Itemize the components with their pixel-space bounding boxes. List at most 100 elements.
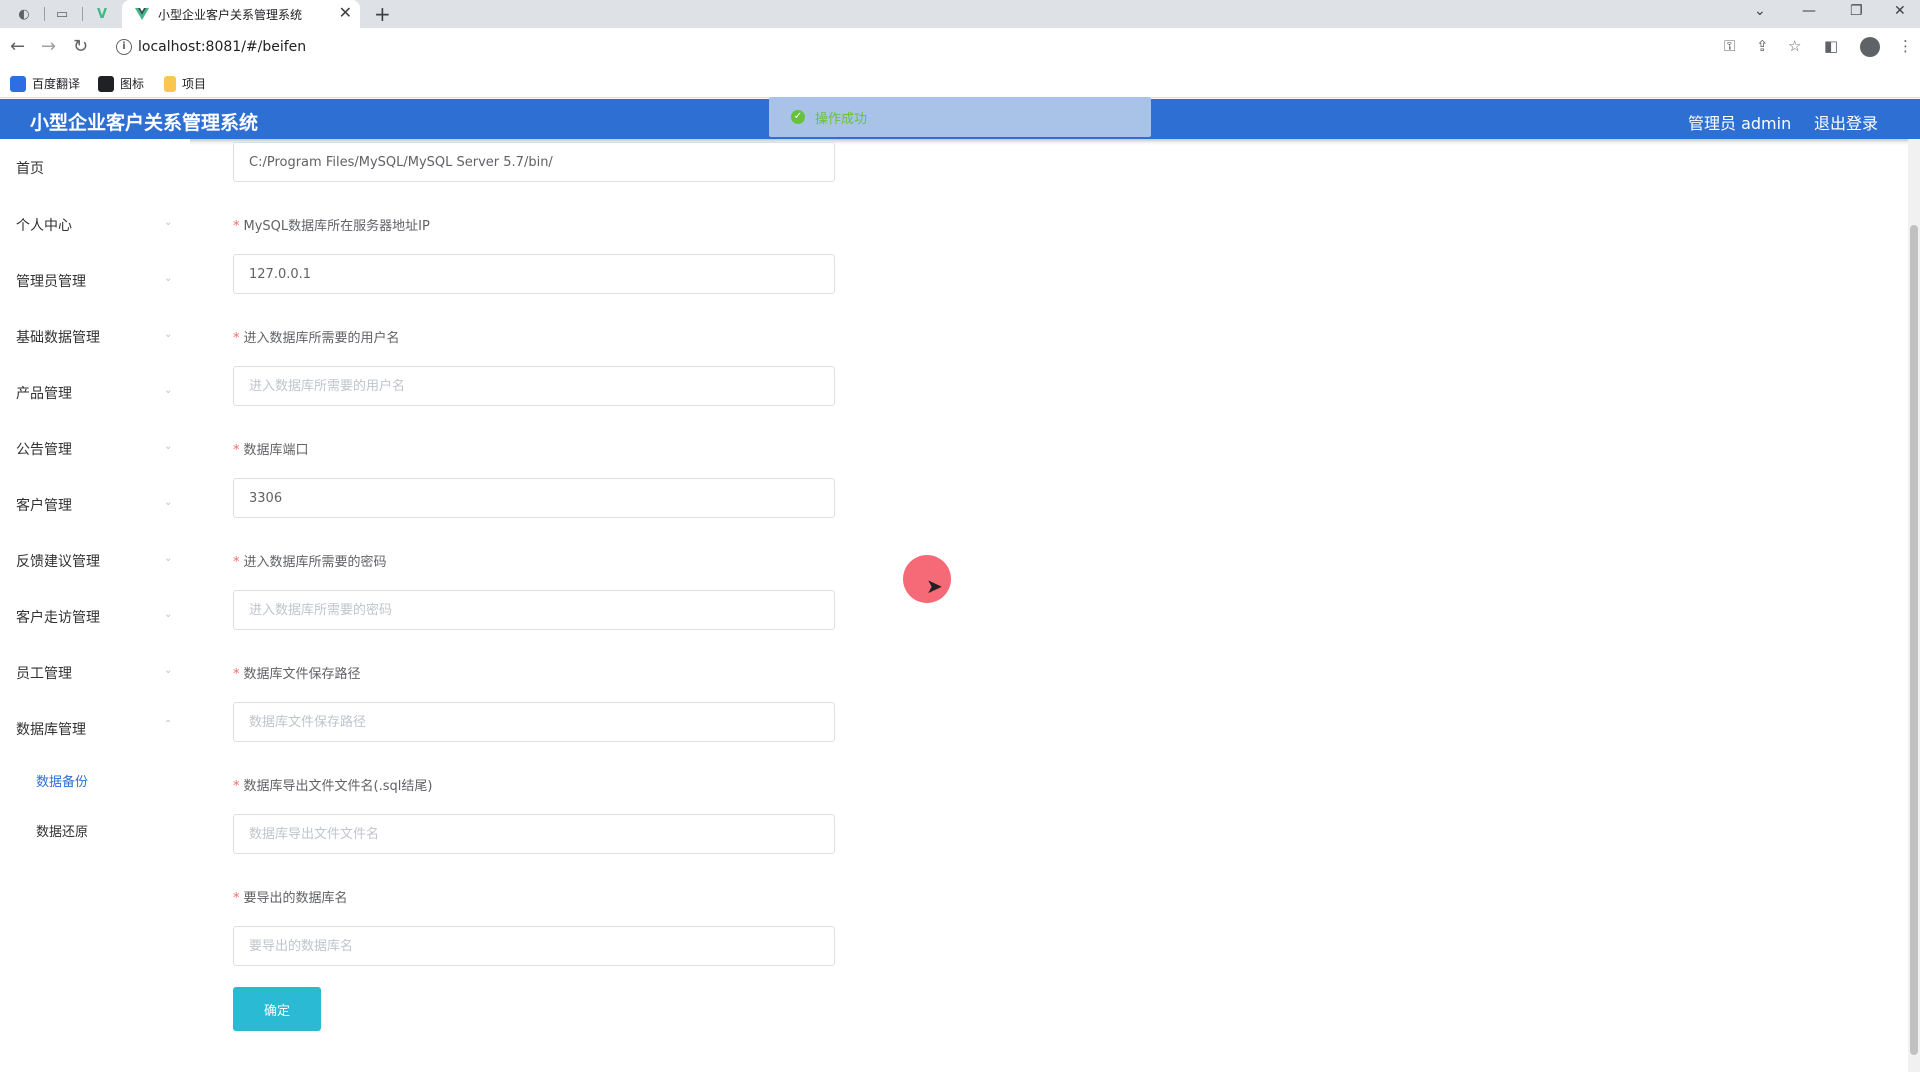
save-path-label: * 数据库文件保存路径 [233,663,361,682]
success-toast: ✓ 操作成功 [769,97,1151,137]
sidebar-item-products[interactable]: 产品管理 [16,383,72,403]
image-icon [98,75,114,92]
folder-icon [164,75,176,92]
database-name-label: * 要导出的数据库名 [233,887,348,906]
bookmarks-bar: 百度翻译 图标 项目 [0,68,1920,98]
translate-icon [10,75,26,92]
vue-logo-icon [135,8,149,20]
scrollbar-thumb[interactable] [1910,225,1918,1055]
chevron-down-icon: ⌄ [164,385,173,396]
sidebar-item-notices[interactable]: 公告管理 [16,439,72,459]
chevron-down-icon: ⌄ [164,665,173,676]
export-filename-label: * 数据库导出文件文件名(.sql结尾) [233,775,432,794]
browser-toolbar: ← → ↻ i localhost:8081/#/beifen ⚿ ⇪ ☆ ◧ … [0,28,1920,68]
port-label: * 数据库端口 [233,439,309,458]
side-panel-icon[interactable]: ◧ [1824,37,1838,55]
page-scrollbar[interactable] [1908,139,1920,1072]
tab-active[interactable]: 小型企业客户关系管理系统 ✕ [122,0,360,28]
save-path-input[interactable] [233,702,835,742]
password-input[interactable] [233,590,835,630]
sidebar-item-visits[interactable]: 客户走访管理 [16,607,100,627]
required-mark: * [233,331,240,346]
back-icon[interactable]: ← [10,36,25,57]
tab-search-icon[interactable]: ⌄ [1754,3,1766,19]
reload-icon[interactable]: ↻ [73,36,88,57]
port-input[interactable] [233,478,835,518]
restore-icon[interactable]: ❐ [1850,3,1863,19]
server-ip-label-text: MySQL数据库所在服务器地址IP [243,219,430,234]
bookmark-item[interactable]: 项目 [164,75,206,92]
browser-tab-bar: ◐ ▭ V 小型企业客户关系管理系统 ✕ + ⌄ — ❐ ✕ [0,0,1920,28]
chevron-down-icon: ⌄ [164,441,173,452]
bookmark-item[interactable]: 百度翻译 [10,75,80,92]
password-key-icon[interactable]: ⚿ [1724,37,1735,55]
address-bar[interactable]: i localhost:8081/#/beifen [106,33,1806,63]
sidebar-subitem-backup[interactable]: 数据备份 [36,771,88,790]
password-label-text: 进入数据库所需要的密码 [243,555,387,570]
server-ip-input[interactable] [233,254,835,294]
username-label-text: 进入数据库所需要的用户名 [243,331,400,346]
mouse-cursor-icon: ➤ [926,574,943,598]
chevron-down-icon: ⌄ [164,609,173,620]
bookmark-label: 项目 [182,77,207,91]
save-path-label-text: 数据库文件保存路径 [243,667,361,682]
required-mark: * [233,779,240,794]
success-check-icon: ✓ [791,110,805,124]
mysql-bin-path-input[interactable] [233,142,835,182]
sidebar-subitem-restore[interactable]: 数据还原 [36,821,88,840]
sidebar-item-staff[interactable]: 员工管理 [16,663,72,683]
current-user-label: 管理员 admin [1688,114,1792,133]
tab-separator [44,7,45,21]
sidebar-item-home[interactable]: 首页 [16,158,44,178]
database-name-label-text: 要导出的数据库名 [243,891,348,906]
sidebar-item-database[interactable]: 数据库管理 [16,719,86,739]
bookmark-label: 百度翻译 [32,77,81,91]
app-title: 小型企业客户关系管理系统 [30,112,259,134]
chevron-down-icon: ⌄ [164,273,173,284]
url-text[interactable]: localhost:8081/#/beifen [138,39,306,55]
bookmark-item[interactable]: 图标 [98,75,144,92]
globe-icon[interactable]: ◐ [14,4,34,24]
profile-avatar-icon[interactable] [1860,37,1880,57]
bookmark-label: 图标 [120,77,145,91]
bookmark-star-icon[interactable]: ☆ [1788,37,1801,55]
tab-close-icon[interactable]: ✕ [339,3,352,22]
sidebar-item-customers[interactable]: 客户管理 [16,495,72,515]
close-window-icon[interactable]: ✕ [1894,3,1906,19]
password-label: * 进入数据库所需要的密码 [233,551,387,570]
required-mark: * [233,443,240,458]
required-mark: * [233,667,240,682]
username-label: * 进入数据库所需要的用户名 [233,327,400,346]
sidebar-item-admin[interactable]: 管理员管理 [16,271,86,291]
sidebar-item-profile[interactable]: 个人中心 [16,215,72,235]
forward-icon[interactable]: → [41,36,56,57]
database-name-input[interactable] [233,926,835,966]
vue-logo-icon[interactable]: V [92,4,112,24]
chevron-down-icon: ⌄ [164,329,173,340]
chevron-down-icon: ⌄ [164,217,173,228]
required-mark: * [233,891,240,906]
confirm-button[interactable]: 确定 [233,987,321,1031]
username-input[interactable] [233,366,835,406]
new-tab-button[interactable]: + [374,2,391,26]
export-filename-input[interactable] [233,814,835,854]
server-ip-label: * MySQL数据库所在服务器地址IP [233,215,430,234]
sidebar: 首页 个人中心 ⌄ 管理员管理 ⌄ 基础数据管理 ⌄ 产品管理 ⌄ 公告管理 ⌄… [0,139,190,1072]
chevron-down-icon: ⌄ [164,553,173,564]
chevron-down-icon: ⌄ [164,497,173,508]
chevron-up-icon: ⌃ [164,719,173,730]
blank-page-icon[interactable]: ▭ [52,4,72,24]
toast-message: 操作成功 [815,112,868,127]
sidebar-item-base-data[interactable]: 基础数据管理 [16,327,100,347]
logout-link[interactable]: 退出登录 [1814,110,1878,134]
tab-title: 小型企业客户关系管理系统 [158,8,303,22]
required-mark: * [233,555,240,570]
sidebar-item-feedback[interactable]: 反馈建议管理 [16,551,100,571]
minimize-icon[interactable]: — [1802,3,1816,19]
port-label-text: 数据库端口 [243,443,309,458]
menu-dots-icon[interactable]: ⋮ [1898,37,1913,55]
required-mark: * [233,219,240,234]
share-icon[interactable]: ⇪ [1756,37,1769,55]
tab-separator [82,7,83,21]
site-info-icon[interactable]: i [116,39,132,55]
